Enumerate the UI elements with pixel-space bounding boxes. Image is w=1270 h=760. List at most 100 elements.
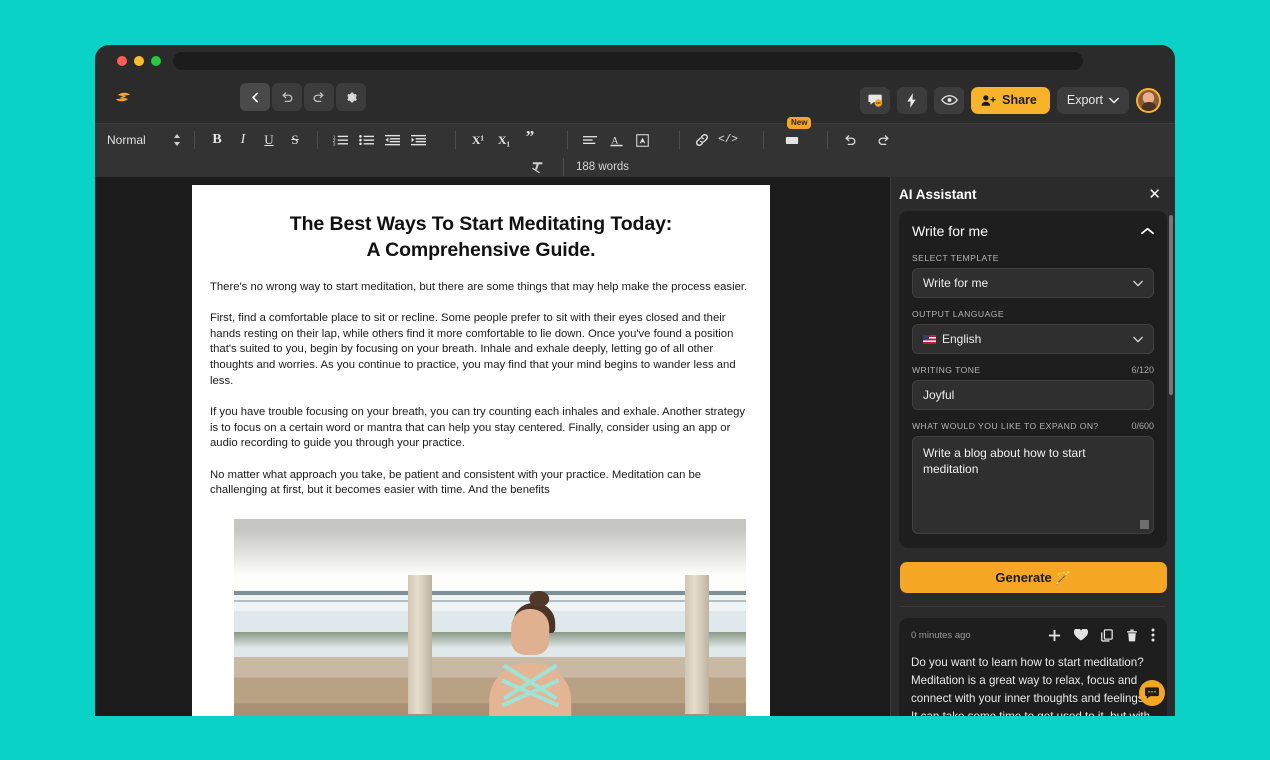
undo-button[interactable] bbox=[272, 83, 302, 111]
expand-char-count: 0/600 bbox=[1131, 421, 1154, 431]
panel-title: AI Assistant bbox=[899, 186, 977, 202]
app-window: Share Export Normal B I U S 1 2 3 X¹ X₁ … bbox=[95, 45, 1175, 716]
user-avatar[interactable] bbox=[1136, 87, 1161, 113]
write-for-me-header[interactable]: Write for me bbox=[912, 223, 1154, 239]
page-title-line2: A Comprehensive Guide. bbox=[366, 239, 596, 262]
underline-button[interactable]: U bbox=[256, 128, 282, 152]
template-button[interactable]: New bbox=[779, 117, 812, 152]
page-title: The Best Ways To Start Meditating Today:… bbox=[210, 211, 752, 264]
preview-eye-icon[interactable] bbox=[934, 86, 965, 114]
language-label-text: OUTPUT LANGUAGE bbox=[912, 309, 1005, 319]
superscript-button[interactable]: X¹ bbox=[465, 128, 491, 152]
italic-label: I bbox=[240, 132, 246, 147]
favorite-heart-icon[interactable] bbox=[1074, 629, 1088, 641]
close-panel-button[interactable]: ✕ bbox=[1148, 187, 1161, 202]
toolbar-redo-icon[interactable] bbox=[871, 128, 897, 152]
paragraph-style-select[interactable]: Normal bbox=[107, 129, 185, 151]
insert-icon[interactable] bbox=[1048, 629, 1061, 642]
template-select[interactable]: Write for me bbox=[912, 268, 1154, 298]
toolbar-undo-icon[interactable] bbox=[837, 128, 863, 152]
indent-icon[interactable] bbox=[405, 128, 431, 152]
svg-text:3: 3 bbox=[333, 142, 336, 146]
bold-button[interactable]: B bbox=[204, 128, 230, 152]
app-header: Share Export bbox=[95, 77, 1175, 123]
tone-char-count: 6/120 bbox=[1131, 365, 1154, 375]
ordered-list-icon[interactable]: 123 bbox=[327, 128, 353, 152]
app-logo-icon bbox=[112, 88, 136, 112]
result-card: 0 minutes ago Do you want to learn how t… bbox=[899, 618, 1167, 716]
address-bar[interactable] bbox=[173, 52, 1083, 70]
strikethrough-button[interactable]: S bbox=[282, 128, 308, 152]
subscript-button[interactable]: X₁ bbox=[491, 128, 517, 152]
tone-field-label: WRITING TONE 6/120 bbox=[912, 365, 1154, 375]
header-actions: Share Export bbox=[860, 77, 1175, 123]
generate-label: Generate 🪄 bbox=[995, 569, 1072, 585]
settings-button[interactable] bbox=[336, 83, 366, 111]
chevron-down-icon bbox=[1133, 336, 1143, 342]
title-bar bbox=[95, 45, 1175, 77]
writing-tone-input[interactable]: Joyful bbox=[912, 380, 1154, 410]
highlight-icon[interactable] bbox=[629, 128, 655, 152]
tone-label-text: WRITING TONE bbox=[912, 365, 981, 375]
align-icon[interactable] bbox=[577, 128, 603, 152]
comment-icon[interactable] bbox=[860, 86, 891, 114]
italic-button[interactable]: I bbox=[230, 128, 256, 152]
link-icon[interactable] bbox=[689, 128, 715, 152]
back-button[interactable] bbox=[240, 83, 270, 111]
code-block-icon[interactable]: </> bbox=[715, 128, 741, 152]
language-value: English bbox=[942, 332, 982, 346]
text-color-icon[interactable]: A bbox=[603, 128, 629, 152]
chat-bubble-icon[interactable] bbox=[1139, 680, 1165, 706]
delete-trash-icon[interactable] bbox=[1126, 628, 1138, 642]
write-for-me-card: Write for me SELECT TEMPLATE Write for m… bbox=[899, 211, 1167, 548]
window-controls bbox=[117, 56, 161, 66]
doc-paragraph: If you have trouble focusing on your bre… bbox=[210, 406, 746, 450]
close-window-button[interactable] bbox=[117, 56, 127, 66]
expand-field-label: WHAT WOULD YOU LIKE TO EXPAND ON? 0/600 bbox=[912, 421, 1154, 431]
blockquote-button[interactable]: ” bbox=[517, 128, 543, 152]
expand-label-text: WHAT WOULD YOU LIKE TO EXPAND ON? bbox=[912, 421, 1099, 431]
template-value: Write for me bbox=[923, 276, 989, 290]
document-image bbox=[234, 518, 746, 716]
expand-textarea[interactable]: Write a blog about how to start meditati… bbox=[912, 436, 1154, 534]
result-paragraph: Do you want to learn how to start medita… bbox=[911, 656, 1150, 716]
panel-scroll-thumb[interactable] bbox=[1169, 215, 1173, 395]
screen: Share Export Normal B I U S 1 2 3 X¹ X₁ … bbox=[0, 0, 1270, 760]
bullet-list-icon[interactable] bbox=[353, 128, 379, 152]
card-title: Write for me bbox=[912, 223, 988, 239]
outdent-icon[interactable] bbox=[379, 128, 405, 152]
chevron-up-icon bbox=[1141, 227, 1154, 235]
redo-button[interactable] bbox=[304, 83, 334, 111]
doc-paragraph: There's no wrong way to start meditation… bbox=[210, 280, 748, 293]
chevron-down-icon bbox=[1133, 280, 1143, 286]
maximize-window-button[interactable] bbox=[151, 56, 161, 66]
export-button[interactable]: Export bbox=[1056, 86, 1129, 114]
clear-format-icon[interactable] bbox=[525, 155, 551, 179]
lightning-icon[interactable] bbox=[897, 86, 928, 114]
share-button[interactable]: Share bbox=[971, 86, 1050, 114]
updown-chevron-icon bbox=[174, 134, 180, 146]
word-count: 188 words bbox=[576, 161, 630, 173]
superscript-label: X¹ bbox=[471, 132, 485, 147]
textarea-resize-handle[interactable] bbox=[1140, 520, 1149, 529]
panel-scrollbar[interactable] bbox=[1169, 215, 1173, 695]
generate-button[interactable]: Generate 🪄 bbox=[900, 562, 1167, 593]
copy-icon[interactable] bbox=[1101, 628, 1113, 642]
share-label: Share bbox=[1002, 93, 1037, 107]
svg-text:A: A bbox=[611, 135, 618, 146]
subscript-label: X₁ bbox=[497, 132, 511, 147]
result-actions bbox=[1048, 628, 1155, 642]
document-canvas: The Best Ways To Start Meditating Today:… bbox=[95, 177, 870, 716]
language-select[interactable]: English bbox=[912, 324, 1154, 354]
document-page[interactable]: The Best Ways To Start Meditating Today:… bbox=[192, 185, 770, 716]
us-flag-icon bbox=[923, 334, 936, 344]
minimize-window-button[interactable] bbox=[134, 56, 144, 66]
ai-assistant-panel: AI Assistant ✕ Write for me SELECT TEMPL… bbox=[890, 177, 1175, 716]
language-field-label: OUTPUT LANGUAGE bbox=[912, 309, 1154, 319]
expand-value: Write a blog about how to start meditati… bbox=[923, 446, 1086, 476]
template-label-text: SELECT TEMPLATE bbox=[912, 253, 999, 263]
result-text: Do you want to learn how to start medita… bbox=[911, 654, 1155, 716]
result-header: 0 minutes ago bbox=[911, 628, 1155, 642]
paragraph-style-value: Normal bbox=[107, 133, 146, 147]
more-options-icon[interactable] bbox=[1151, 628, 1155, 642]
